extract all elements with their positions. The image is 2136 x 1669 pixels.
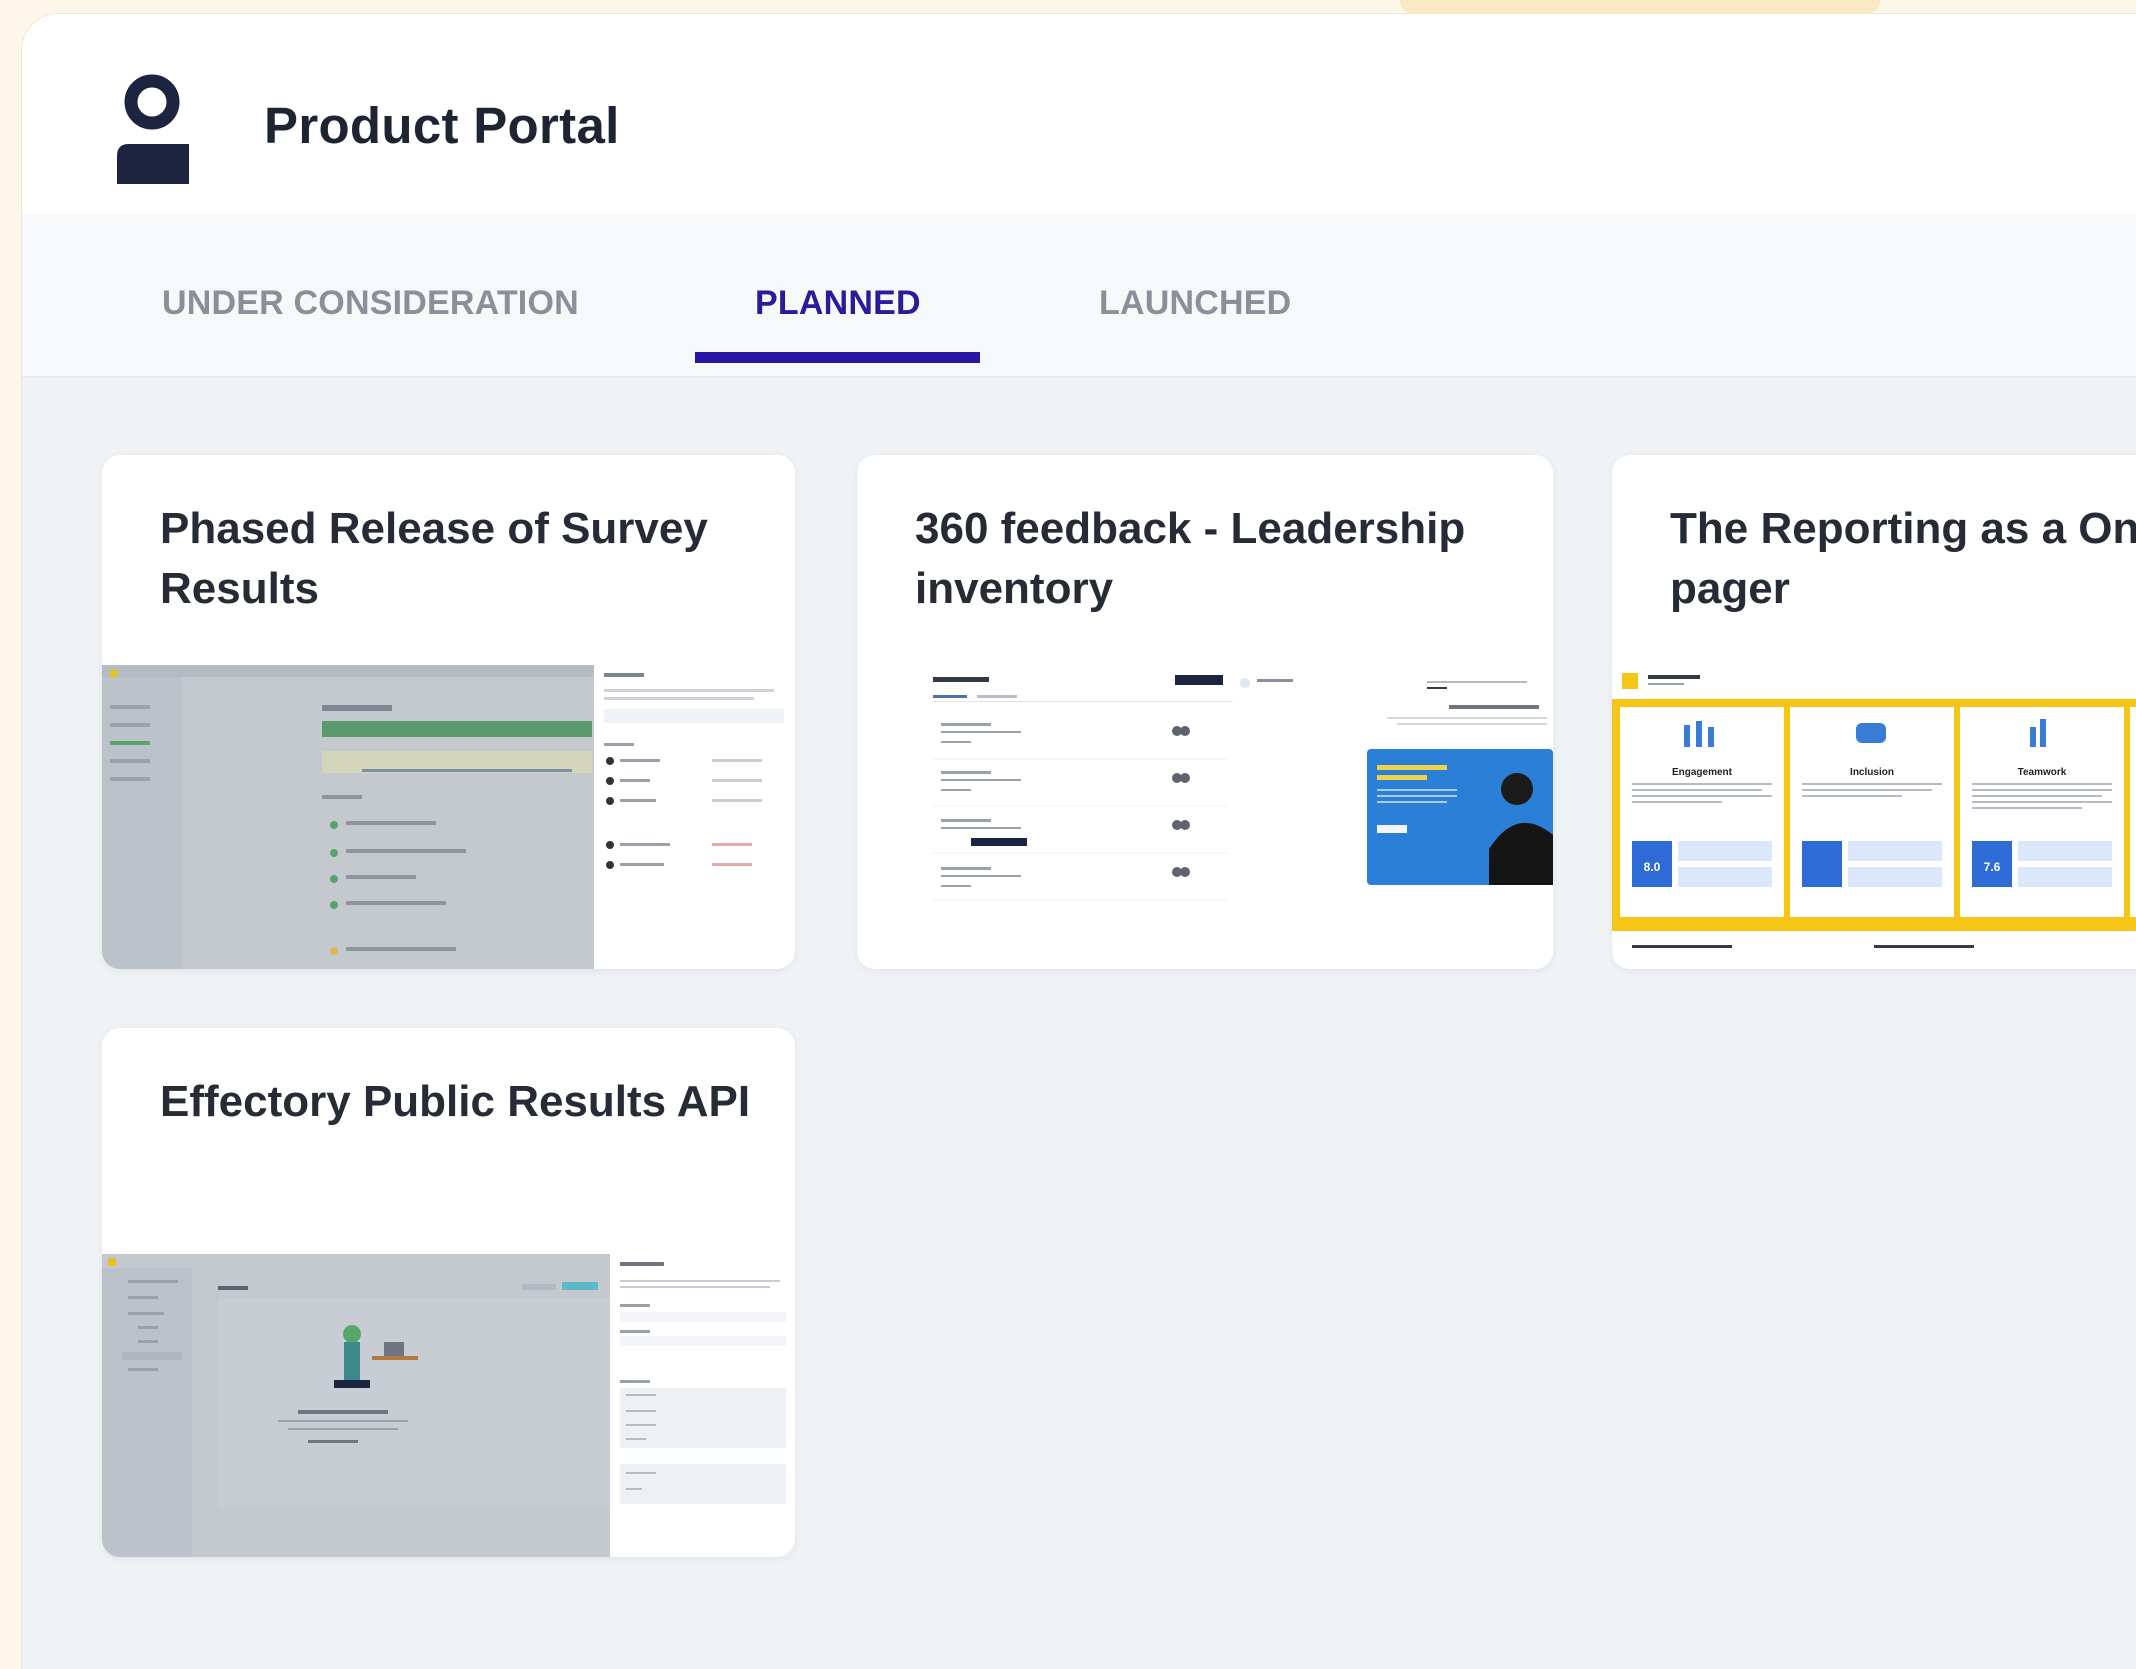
tab-planned[interactable]: PLANNED <box>755 284 921 323</box>
card-reporting-one-pager[interactable]: The Reporting as a One pager Engagement … <box>1612 455 2136 969</box>
person-logo-icon[interactable] <box>117 74 189 184</box>
one-pager-report-screenshot: Engagement Inclusion Teamwork 8.0 7.6 <box>1612 665 2136 969</box>
app-window: Product Portal UNDER CONSIDERATION PLANN… <box>22 14 2136 1669</box>
app-title: Product Portal <box>264 97 620 154</box>
tab-bar: UNDER CONSIDERATION PLANNED LAUNCHED <box>22 214 2136 378</box>
card-360-feedback[interactable]: 360 feedback - Leadership inventory <box>857 455 1553 969</box>
card-title: 360 feedback - Leadership inventory <box>915 504 1466 613</box>
card-phased-release[interactable]: Phased Release of Survey Results <box>102 455 795 969</box>
active-tab-indicator <box>695 352 980 363</box>
header: Product Portal <box>22 14 2136 214</box>
leadership-inventory-screenshot <box>857 665 1553 969</box>
teamwork-label: Teamwork <box>2018 767 2067 778</box>
teamwork-score: 7.6 <box>1984 860 2001 874</box>
card-public-results-api[interactable]: Effectory Public Results API <box>102 1028 795 1557</box>
engagement-label: Engagement <box>1672 767 1733 778</box>
tab-under-consideration[interactable]: UNDER CONSIDERATION <box>162 284 579 323</box>
top-glow <box>1400 0 1880 14</box>
card-title: The Reporting as a One pager <box>1670 504 2136 613</box>
survey-results-screenshot <box>102 665 795 969</box>
inclusion-label: Inclusion <box>1850 767 1894 778</box>
public-results-api-screenshot <box>102 1254 795 1557</box>
card-title: Effectory Public Results API <box>160 1077 751 1126</box>
tab-launched[interactable]: LAUNCHED <box>1099 284 1291 323</box>
card-title: Phased Release of Survey Results <box>160 504 708 613</box>
engagement-score: 8.0 <box>1644 860 1661 874</box>
